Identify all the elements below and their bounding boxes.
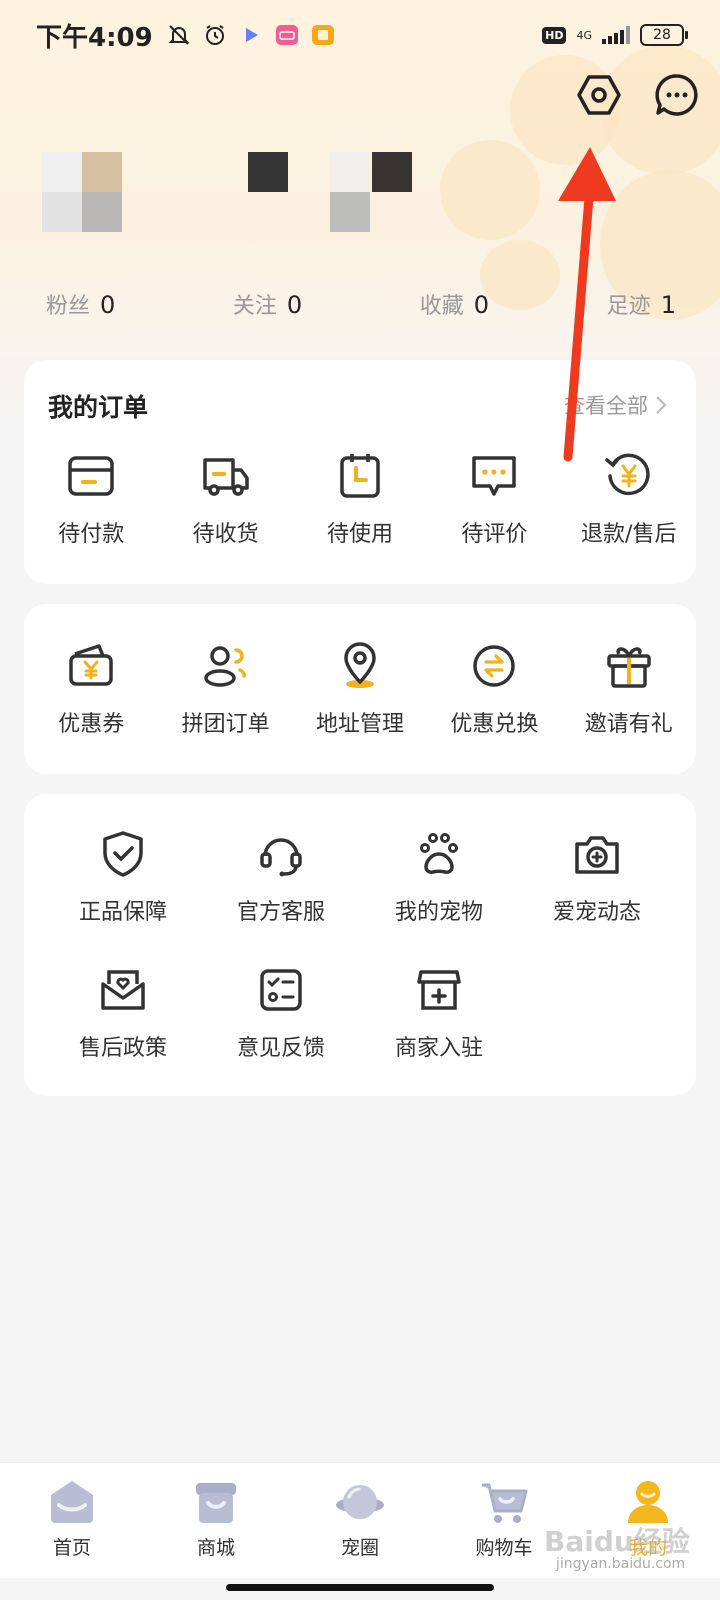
nav-pet-circle[interactable]: 宠圈: [288, 1463, 432, 1578]
stat-favorites[interactable]: 收藏 0: [420, 288, 489, 320]
tool-merchant-join[interactable]: 商家入驻: [360, 964, 518, 1062]
nav-label: 商城: [196, 1537, 235, 1559]
exchange-icon: [473, 645, 516, 687]
calendar-clock-icon: [340, 454, 380, 498]
stat-value: 0: [100, 291, 116, 319]
hd-badge: HD: [542, 26, 567, 44]
order-label: 待评价: [461, 522, 528, 547]
home-indicator[interactable]: [226, 1584, 494, 1591]
tool-pet-moments[interactable]: 爱宠动态: [518, 828, 676, 926]
nav-mall[interactable]: 商城: [144, 1463, 288, 1578]
notes-app-icon: [311, 25, 334, 45]
cart-icon: [482, 1483, 528, 1523]
chat-bubble-icon[interactable]: [654, 72, 700, 118]
service-invite[interactable]: 邀请有礼: [562, 640, 696, 738]
muted-bell-icon: [168, 25, 190, 45]
wallet-icon: [68, 456, 114, 496]
order-pending-delivery[interactable]: 待收货: [158, 450, 292, 548]
order-label: 待收货: [192, 522, 259, 547]
watermark-url: jingyan.baidu.com: [556, 1556, 686, 1572]
nav-label: 首页: [52, 1537, 91, 1559]
tool-authentic-guarantee[interactable]: 正品保障: [44, 828, 202, 926]
stat-label: 收藏: [419, 294, 464, 319]
order-pending-payment[interactable]: 待付款: [24, 450, 158, 548]
settings-hexagon-icon[interactable]: [576, 72, 622, 118]
video-app-icon: [245, 28, 258, 42]
tool-after-sale-policy[interactable]: 售后政策: [44, 964, 202, 1062]
stat-value: 1: [660, 291, 676, 319]
status-time: 下午4:09: [36, 22, 153, 53]
tool-label: 爱宠动态: [552, 900, 641, 925]
tool-label: 售后政策: [78, 1036, 167, 1061]
tool-label: 意见反馈: [236, 1036, 325, 1061]
watermark: Baidu经验: [544, 1525, 690, 1558]
chevron-right-icon: [656, 396, 667, 414]
service-label: 地址管理: [315, 712, 404, 737]
stat-label: 关注: [232, 294, 277, 319]
paw-icon: [420, 833, 458, 874]
stat-fans[interactable]: 粉丝 0: [46, 288, 115, 320]
shield-check-icon: [103, 831, 143, 877]
home-icon: [51, 1481, 93, 1523]
location-icon: [344, 642, 376, 688]
service-coupon[interactable]: 优惠券: [24, 640, 158, 738]
bilibili-app-icon: [275, 25, 298, 45]
coupon-icon: [69, 644, 113, 686]
battery-indicator: 28: [640, 24, 688, 46]
group-icon: [203, 646, 246, 687]
nav-label: 宠圈: [340, 1537, 379, 1559]
status-bar: 下午4:09 HD 4G 28: [0, 0, 720, 70]
service-group-orders[interactable]: 拼团订单: [158, 640, 292, 738]
order-label: 待付款: [58, 522, 125, 547]
mall-icon: [196, 1483, 236, 1523]
gift-icon: [607, 647, 651, 688]
annotation-arrow: [558, 147, 616, 462]
checklist-icon: [260, 969, 302, 1011]
tool-feedback[interactable]: 意见反馈: [202, 964, 360, 1062]
service-exchange[interactable]: 优惠兑换: [427, 640, 561, 738]
store-icon: [417, 970, 461, 1010]
signal-icon: [602, 26, 630, 44]
truck-icon: [202, 458, 249, 496]
planet-icon: [336, 1485, 384, 1519]
tools-card: 正品保障 官方客服 我的宠物 爱宠动态 售后政策 意见反馈 商家入驻: [24, 794, 696, 1096]
camera-icon: [575, 836, 619, 874]
tool-label: 正品保障: [78, 900, 167, 925]
stat-value: 0: [286, 291, 303, 319]
nav-home[interactable]: 首页: [0, 1463, 144, 1578]
stat-following[interactable]: 关注 0: [233, 288, 302, 320]
alarm-icon: [205, 25, 224, 45]
order-label: 退款/售后: [581, 522, 677, 547]
service-label: 邀请有礼: [584, 712, 673, 737]
stat-label: 粉丝: [46, 294, 91, 319]
network-type: 4G: [576, 28, 592, 42]
services-card: 优惠券 拼团订单 地址管理 优惠兑换 邀请有礼: [24, 604, 696, 774]
tool-label: 商家入驻: [394, 1036, 483, 1061]
tool-label: 我的宠物: [394, 900, 483, 925]
orders-title: 我的订单: [48, 393, 149, 422]
order-pending-use[interactable]: 待使用: [293, 450, 427, 548]
service-label: 拼团订单: [181, 712, 270, 737]
tool-my-pets[interactable]: 我的宠物: [360, 828, 518, 926]
service-label: 优惠券: [58, 712, 125, 737]
comment-icon: [472, 456, 517, 496]
service-label: 优惠兑换: [450, 712, 539, 737]
heart-mail-icon: [101, 970, 145, 1010]
tool-customer-service[interactable]: 官方客服: [202, 828, 360, 926]
nav-label: 购物车: [475, 1537, 533, 1559]
tool-label: 官方客服: [236, 900, 325, 925]
stat-value: 0: [473, 291, 490, 319]
service-address[interactable]: 地址管理: [293, 640, 427, 738]
order-label: 待使用: [326, 522, 393, 547]
headset-icon: [260, 838, 302, 877]
